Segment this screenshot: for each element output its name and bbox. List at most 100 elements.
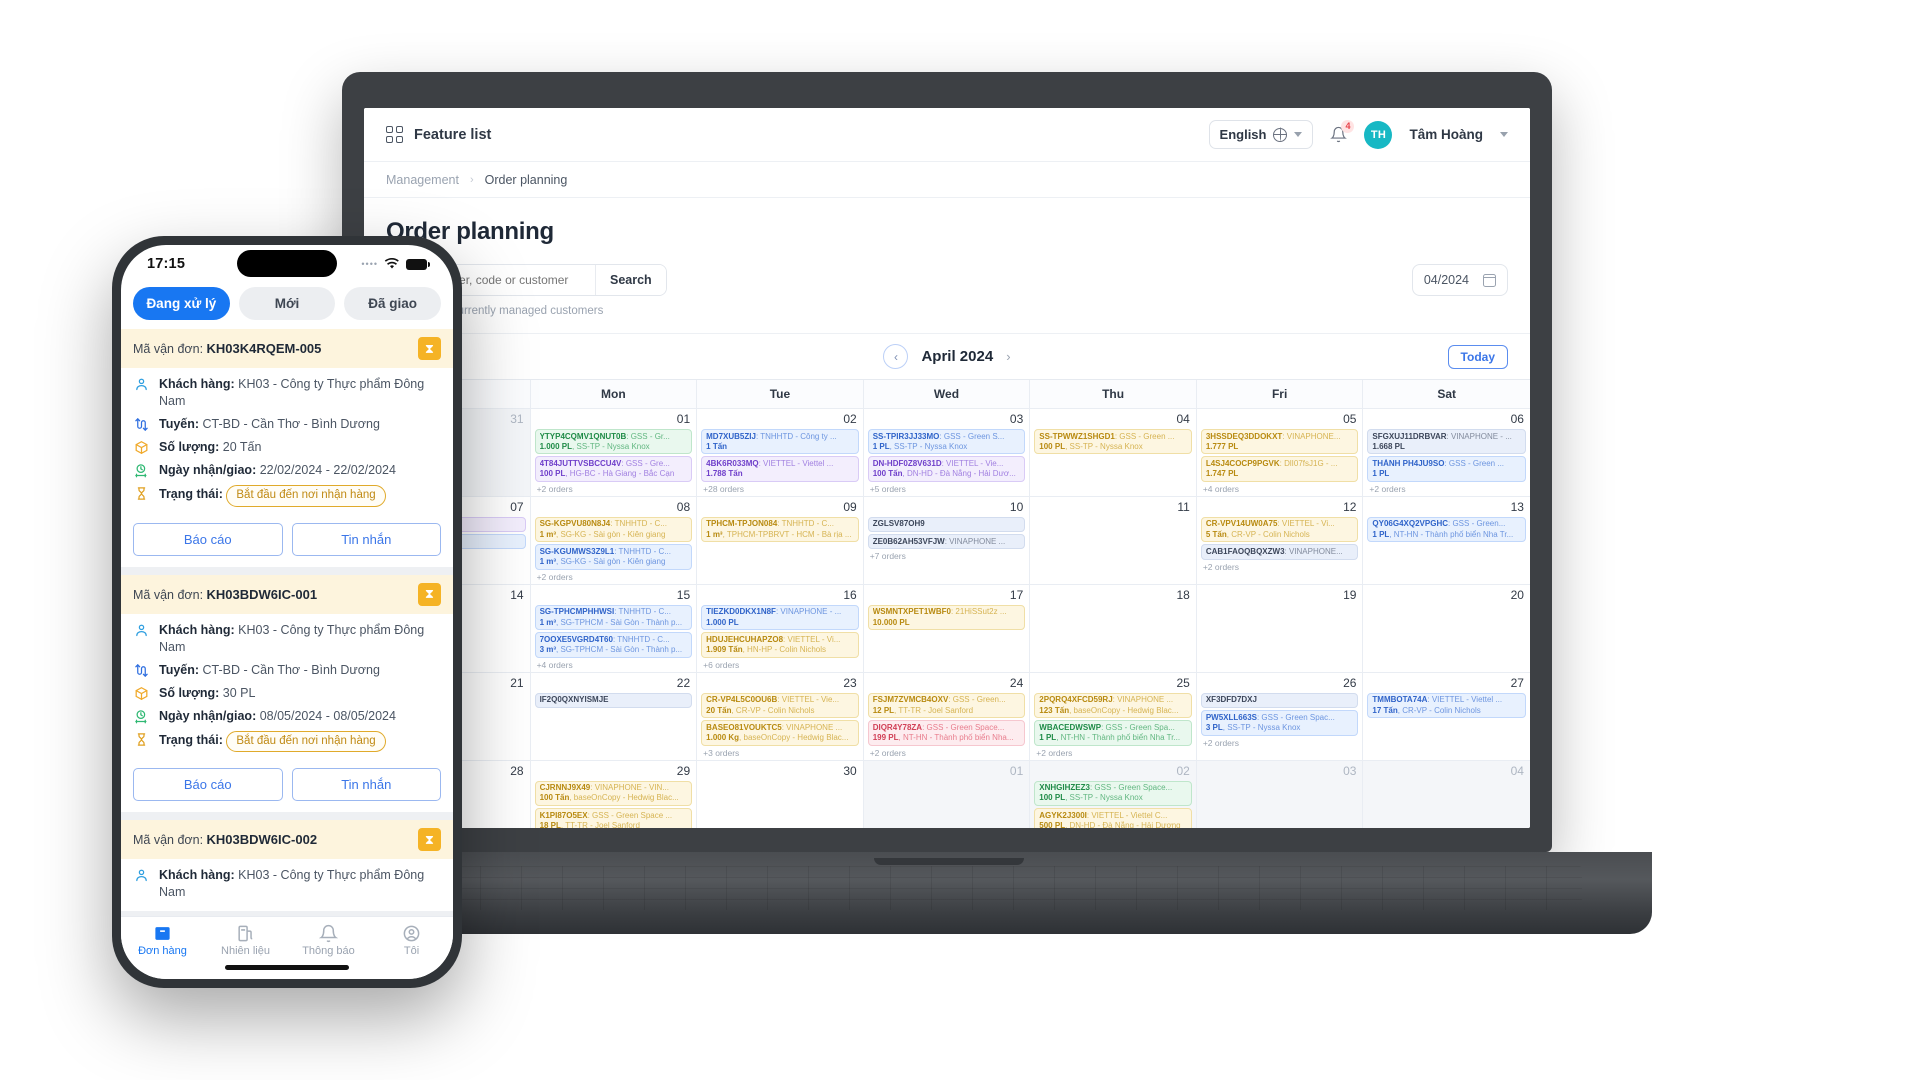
calendar-event[interactable]: ZE0B62AH53VFJW: VINAPHONE ... [867,534,1026,550]
segment-đã-giao[interactable]: Đã giao [344,287,442,320]
calendar-event[interactable]: 3HSSDEQ3DDOKXT: VINAPHONE... 1.777 PL [1200,429,1359,455]
calendar-day-cell[interactable]: 26 XF3DFD7DXJ PW5XLL663S: GSS - Green Spac… [1196,672,1364,761]
calendar-day-cell[interactable]: 15 SG-TPHCMPHHWSI: TNHHTD - C... 1 m³, SG-… [530,584,698,673]
calendar-day-cell[interactable]: 03 SS-TPIR3JJ33MO: GSS - Green S... 1 PL, … [863,409,1031,497]
calendar-event[interactable]: TMMBOTA74A: VIETTEL - Viettel ... 17 Tấn,… [1367,692,1526,719]
calendar-event[interactable]: XF3DFD7DXJ [1200,692,1359,709]
calendar-day-cell[interactable]: 20 [1363,584,1530,673]
calendar-day-cell[interactable]: 01 [863,760,1031,828]
user-menu-chevron-icon[interactable] [1500,132,1508,137]
calendar-event[interactable]: MD7XUB5ZIJ: TNHHTD - Công ty ... 1 Tấn [701,429,859,455]
order-list[interactable]: Mã vận đơn: KH03K4RQEM-005 ⧗ Khách hàng: K… [121,329,453,916]
language-selector[interactable]: English [1208,120,1314,149]
calendar-event[interactable]: AGYK2J300I: VIETTEL - Viettel C... 500 PL… [1034,808,1192,828]
calendar-more-orders-link[interactable]: +2 orders [1201,562,1359,572]
tab-tôi[interactable]: Tôi [370,923,453,957]
breadcrumb-root[interactable]: Management [386,173,459,187]
calendar-event[interactable]: WSMNTXPET1WBF0: 21HiSSut2z ... 10.000 PL [867,604,1026,631]
next-month-button[interactable]: › [1006,349,1010,364]
calendar-more-orders-link[interactable]: +2 orders [868,748,1026,758]
calendar-more-orders-link[interactable]: +2 orders [1367,484,1526,494]
calendar-day-cell[interactable]: 23 CR-VP4L5C0OU6B: VIETTEL - Vie... 20 Tấn… [697,672,864,761]
calendar-day-cell[interactable]: 04 [1363,760,1530,828]
segment-đang-xử-lý[interactable]: Đang xử lý [133,287,230,320]
calendar-event[interactable]: SS-TPIR3JJ33MO: GSS - Green S... 1 PL, SS… [867,429,1026,455]
calendar-event[interactable]: CR-VP4L5C0OU6B: VIETTEL - Vie... 20 Tấn, … [701,692,859,719]
calendar-day-cell[interactable]: 08 SG-KGPVU80N8J4: TNHHTD - C... 1 m³, SG-… [530,496,698,585]
calendar-event[interactable]: FSJM7ZVMCB4OXV: GSS - Green... 12 PL, TT-… [867,692,1026,719]
avatar[interactable]: TH [1364,120,1393,149]
order-card[interactable]: Mã vận đơn: KH03BDW6IC-001 ⧗ Khách hàng: K… [121,574,453,813]
calendar-more-orders-link[interactable]: +2 orders [1201,738,1359,748]
calendar-day-cell[interactable]: 03 [1196,760,1364,828]
report-button[interactable]: Báo cáo [133,768,283,802]
calendar-event[interactable]: CR-VPV14UW0A75: VIETTEL - Vi... 5 Tấn, CR… [1200,516,1359,543]
tab-đơn-hàng[interactable]: Đơn hàng [121,923,204,957]
calendar-more-orders-link[interactable]: +2 orders [535,484,693,494]
calendar-day-cell[interactable]: 10 ZGLSV87OH9 ZE0B62AH53VFJW: VINAPHONE ..… [863,496,1031,585]
calendar-more-orders-link[interactable]: +28 orders [701,484,859,494]
calendar-event[interactable]: QY06G4XQ2VPGHC: GSS - Green... 1 PL, NT-H… [1367,516,1526,543]
calendar-more-orders-link[interactable]: +7 orders [868,551,1026,561]
calendar-day-cell[interactable]: 02 MD7XUB5ZIJ: TNHHTD - Công ty ... 1 Tấn 4… [697,409,864,497]
calendar-event[interactable]: IF2Q0QXNYISMJE [534,692,693,709]
calendar-day-cell[interactable]: 18 [1030,584,1197,673]
calendar-day-cell[interactable]: 05 3HSSDEQ3DDOKXT: VINAPHONE... 1.777 PL L4… [1196,409,1364,497]
month-picker[interactable]: 04/2024 [1411,264,1508,296]
calendar-event[interactable]: CAB1FAOQBQXZW3: VINAPHONE... [1200,544,1359,560]
calendar-day-cell[interactable]: 24 FSJM7ZVMCB4OXV: GSS - Green... 12 PL, T… [863,672,1031,761]
tab-nhiên-liệu[interactable]: Nhiên liệu [204,923,287,957]
calendar-event[interactable]: PW5XLL663S: GSS - Green Spac... 3 PL, SS-… [1200,710,1359,736]
calendar-event[interactable]: HDUJEHCUHAPZO8: VIETTEL - Vi... 1.909 Tấn… [701,632,859,658]
calendar-more-orders-link[interactable]: +6 orders [701,660,859,670]
calendar-day-cell[interactable]: 01 YTYP4CQMV1QNUT0B: GSS - Gr... 1.000 PL,… [530,409,698,497]
calendar-more-orders-link[interactable]: +2 orders [535,572,693,582]
calendar-event[interactable]: L4SJ4COCP9PGVK: DlI07fsJ1G - ... 1.747 PL [1200,456,1359,482]
calendar-day-cell[interactable]: 09 TPHCM-TPJON084: TNHHTD - C... 1 m³, TPH… [697,496,864,585]
notifications-button[interactable]: 4 [1330,120,1355,143]
calendar-event[interactable]: CJRNNJ9X49: VINAPHONE - VIN... 100 Tấn, b… [534,780,693,807]
calendar-event[interactable]: SFGXUJ11DRBVAR: VINAPHONE - ... 1.668 PL [1367,429,1526,455]
calendar-day-cell[interactable]: 11 [1030,496,1197,585]
calendar-event[interactable]: TPHCM-TPJON084: TNHHTD - C... 1 m³, TPHCM… [701,516,859,543]
calendar-more-orders-link[interactable]: +4 orders [1201,484,1359,494]
calendar-day-cell[interactable]: 02 XNHGIHZEZ3: GSS - Green Space... 100 PL… [1030,760,1197,828]
segment-mới[interactable]: Mới [238,287,336,320]
calendar-event[interactable]: DN-HDF0Z8V631D: VIETTEL - Vie... 100 Tấn,… [867,456,1026,482]
order-card[interactable]: Mã vận đơn: KH03K4RQEM-005 ⧗ Khách hàng: K… [121,329,453,567]
calendar-event[interactable]: SG-TPHCMPHHWSI: TNHHTD - C... 1 m³, SG-TP… [534,604,693,631]
calendar-event[interactable]: 4T84JUTTVSBCCU4V: GSS - Gre... 100 PL, HG… [534,456,693,482]
calendar-event[interactable]: 7OOXE5VGRD4T60: TNHHTD - C... 3 m³, SG-TP… [534,632,693,658]
prev-month-button[interactable]: ‹ [883,344,909,369]
calendar-event[interactable]: 4BK6R033MQ: VIETTEL - Viettel ... 1.788 T… [701,456,859,482]
report-button[interactable]: Báo cáo [133,522,283,556]
calendar-event[interactable]: BASEO81VOUKTC5: VINAPHONE ... 1.000 Kg, b… [701,720,859,746]
calendar-day-cell[interactable]: 22 IF2Q0QXNYISMJE [530,672,698,761]
calendar-day-cell[interactable]: 04 SS-TPWWZ1SHGD1: GSS - Green ... 100 PL,… [1030,409,1197,497]
calendar-more-orders-link[interactable]: +3 orders [701,748,859,758]
calendar-event[interactable]: YTYP4CQMV1QNUT0B: GSS - Gr... 1.000 PL, S… [534,429,693,455]
calendar-more-orders-link[interactable]: +4 orders [535,660,693,670]
calendar-day-cell[interactable]: 30 [697,760,864,828]
calendar-event[interactable]: 2PQRQ4XFCD59RJ: VINAPHONE ... 123 Tấn, ba… [1034,692,1192,719]
calendar-day-cell[interactable]: 06 SFGXUJ11DRBVAR: VINAPHONE - ... 1.668 P… [1363,409,1530,497]
calendar-day-cell[interactable]: 29 CJRNNJ9X49: VINAPHONE - VIN... 100 Tấn,… [530,760,698,828]
calendar-day-cell[interactable]: 27 TMMBOTA74A: VIETTEL - Viettel ... 17 Tấ… [1363,672,1530,761]
calendar-day-cell[interactable]: 25 2PQRQ4XFCD59RJ: VINAPHONE ... 123 Tấn, … [1030,672,1197,761]
calendar-event[interactable]: K1PI87O5EX: GSS - Green Space ... 18 PL, … [534,808,693,828]
calendar-day-cell[interactable]: 13 QY06G4XQ2VPGHC: GSS - Green... 1 PL, NT… [1363,496,1530,585]
calendar-event[interactable]: ZGLSV87OH9 [867,516,1026,533]
calendar-event[interactable]: THÀNH PH4JU9SO: GSS - Green ... 1 PL [1367,456,1526,482]
tab-thông-báo[interactable]: Thông báo [287,923,370,957]
calendar-more-orders-link[interactable]: +5 orders [868,484,1026,494]
calendar-more-orders-link[interactable]: +2 orders [1034,748,1192,758]
calendar-event[interactable]: XNHGIHZEZ3: GSS - Green Space... 100 PL, … [1034,780,1192,807]
calendar-event[interactable]: DIQR4Y78ZA: GSS - Green Space... 199 PL, … [867,720,1026,746]
calendar-day-cell[interactable]: 19 [1196,584,1364,673]
order-card[interactable]: Mã vận đơn: KH03BDW6IC-002 ⧗ Khách hàng: K… [121,820,453,912]
calendar-event[interactable]: WBACEDWSWP: GSS - Green Spa... 1 PL, NT-H… [1034,720,1192,746]
message-button[interactable]: Tin nhắn [291,522,441,556]
calendar-day-cell[interactable]: 17 WSMNTXPET1WBF0: 21HiSSut2z ... 10.000 P… [863,584,1031,673]
today-button[interactable]: Today [1447,344,1508,369]
calendar-event[interactable]: SG-KGPVU80N8J4: TNHHTD - C... 1 m³, SG-KG… [534,516,693,543]
